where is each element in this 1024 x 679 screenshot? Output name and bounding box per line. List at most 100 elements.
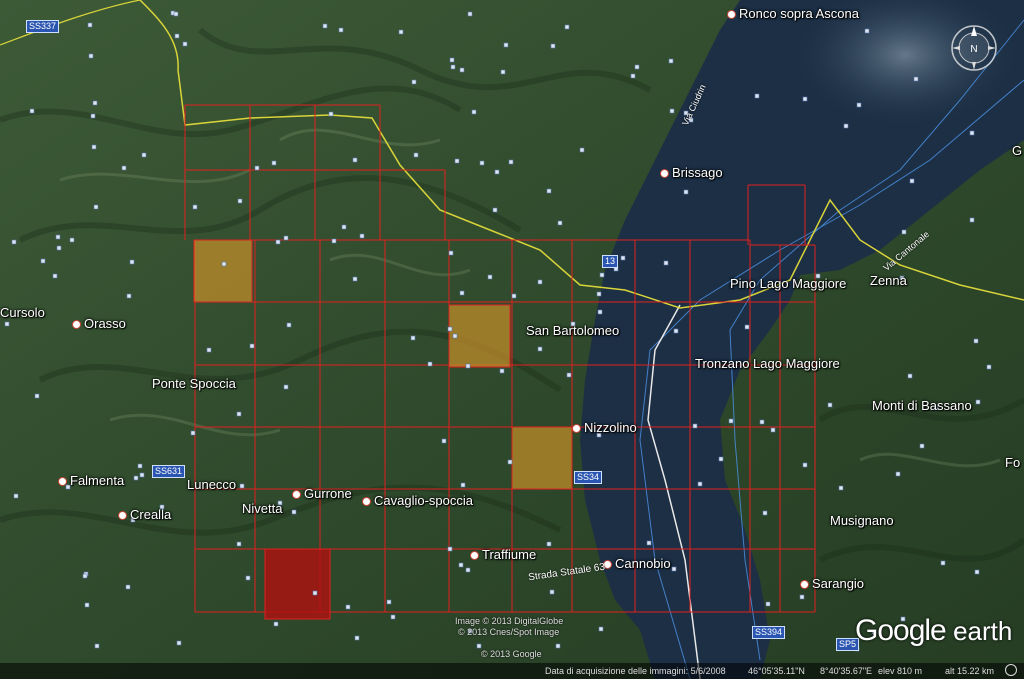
poi-marker-icon[interactable] bbox=[503, 42, 509, 48]
place-musignano[interactable]: Musignano bbox=[830, 513, 894, 528]
place-cavaglio[interactable]: Cavaglio-spoccia bbox=[362, 493, 473, 508]
poi-marker-icon[interactable] bbox=[940, 560, 946, 566]
poi-marker-icon[interactable] bbox=[92, 100, 98, 106]
poi-marker-icon[interactable] bbox=[671, 566, 677, 572]
satellite-map[interactable] bbox=[0, 0, 1024, 679]
poi-marker-icon[interactable] bbox=[646, 540, 652, 546]
poi-marker-icon[interactable] bbox=[386, 599, 392, 605]
poi-marker-icon[interactable] bbox=[236, 411, 242, 417]
poi-marker-icon[interactable] bbox=[91, 144, 97, 150]
poi-marker-icon[interactable] bbox=[492, 207, 498, 213]
poi-marker-icon[interactable] bbox=[673, 328, 679, 334]
poi-marker-icon[interactable] bbox=[546, 541, 552, 547]
poi-marker-icon[interactable] bbox=[499, 368, 505, 374]
poi-marker-icon[interactable] bbox=[765, 601, 771, 607]
poi-marker-icon[interactable] bbox=[236, 541, 242, 547]
poi-marker-icon[interactable] bbox=[331, 238, 337, 244]
place-brissago[interactable]: Brissago bbox=[660, 165, 723, 180]
place-nivetta[interactable]: Nivetta bbox=[242, 501, 282, 516]
poi-marker-icon[interactable] bbox=[864, 28, 870, 34]
poi-marker-icon[interactable] bbox=[494, 169, 500, 175]
poi-marker-icon[interactable] bbox=[549, 589, 555, 595]
place-g[interactable]: G bbox=[1012, 143, 1022, 158]
place-sarangio[interactable]: Sarangio bbox=[800, 576, 864, 591]
poi-marker-icon[interactable] bbox=[827, 402, 833, 408]
poi-marker-icon[interactable] bbox=[345, 604, 351, 610]
poi-marker-icon[interactable] bbox=[697, 481, 703, 487]
poi-marker-icon[interactable] bbox=[759, 419, 765, 425]
place-orasso[interactable]: Orasso bbox=[72, 316, 126, 331]
poi-marker-icon[interactable] bbox=[94, 643, 100, 649]
place-cannobio[interactable]: Cannobio bbox=[603, 556, 671, 571]
poi-marker-icon[interactable] bbox=[459, 67, 465, 73]
poi-marker-icon[interactable] bbox=[190, 430, 196, 436]
poi-marker-icon[interactable] bbox=[597, 309, 603, 315]
poi-marker-icon[interactable] bbox=[465, 363, 471, 369]
poi-marker-icon[interactable] bbox=[802, 462, 808, 468]
poi-marker-icon[interactable] bbox=[467, 11, 473, 17]
poi-marker-icon[interactable] bbox=[84, 602, 90, 608]
poi-marker-icon[interactable] bbox=[458, 562, 464, 568]
poi-marker-icon[interactable] bbox=[29, 108, 35, 114]
poi-marker-icon[interactable] bbox=[856, 102, 862, 108]
poi-marker-icon[interactable] bbox=[598, 626, 604, 632]
poi-marker-icon[interactable] bbox=[447, 546, 453, 552]
poi-marker-icon[interactable] bbox=[683, 189, 689, 195]
poi-marker-icon[interactable] bbox=[843, 123, 849, 129]
poi-marker-icon[interactable] bbox=[411, 79, 417, 85]
poi-marker-icon[interactable] bbox=[634, 64, 640, 70]
poi-marker-icon[interactable] bbox=[802, 96, 808, 102]
poi-marker-icon[interactable] bbox=[93, 204, 99, 210]
place-zenna[interactable]: Zenna bbox=[870, 273, 907, 288]
poi-marker-icon[interactable] bbox=[969, 130, 975, 136]
poi-marker-icon[interactable] bbox=[460, 482, 466, 488]
poi-marker-icon[interactable] bbox=[182, 41, 188, 47]
poi-marker-icon[interactable] bbox=[537, 279, 543, 285]
poi-marker-icon[interactable] bbox=[359, 233, 365, 239]
poi-marker-icon[interactable] bbox=[52, 273, 58, 279]
poi-marker-icon[interactable] bbox=[579, 147, 585, 153]
poi-marker-icon[interactable] bbox=[141, 152, 147, 158]
poi-marker-icon[interactable] bbox=[245, 575, 251, 581]
poi-marker-icon[interactable] bbox=[973, 338, 979, 344]
poi-marker-icon[interactable] bbox=[500, 69, 506, 75]
poi-marker-icon[interactable] bbox=[341, 224, 347, 230]
poi-marker-icon[interactable] bbox=[275, 239, 281, 245]
place-fo[interactable]: Fo bbox=[1005, 455, 1020, 470]
poi-marker-icon[interactable] bbox=[174, 33, 180, 39]
poi-marker-icon[interactable] bbox=[173, 11, 179, 17]
poi-marker-icon[interactable] bbox=[125, 584, 131, 590]
poi-marker-icon[interactable] bbox=[328, 111, 334, 117]
poi-marker-icon[interactable] bbox=[465, 567, 471, 573]
place-traffiume[interactable]: Traffiume bbox=[470, 547, 536, 562]
poi-marker-icon[interactable] bbox=[620, 255, 626, 261]
poi-marker-icon[interactable] bbox=[454, 158, 460, 164]
poi-marker-icon[interactable] bbox=[754, 93, 760, 99]
poi-marker-icon[interactable] bbox=[895, 471, 901, 477]
poi-marker-icon[interactable] bbox=[744, 324, 750, 330]
poi-marker-icon[interactable] bbox=[555, 643, 561, 649]
poi-marker-icon[interactable] bbox=[974, 569, 980, 575]
poi-marker-icon[interactable] bbox=[441, 438, 447, 444]
poi-marker-icon[interactable] bbox=[450, 64, 456, 70]
poi-marker-icon[interactable] bbox=[88, 53, 94, 59]
poi-marker-icon[interactable] bbox=[55, 234, 61, 240]
poi-marker-icon[interactable] bbox=[427, 361, 433, 367]
place-monti[interactable]: Monti di Bassano bbox=[872, 398, 972, 413]
poi-marker-icon[interactable] bbox=[286, 322, 292, 328]
poi-marker-icon[interactable] bbox=[907, 373, 913, 379]
poi-marker-icon[interactable] bbox=[663, 260, 669, 266]
place-falmenta[interactable]: Falmenta bbox=[58, 473, 124, 488]
poi-marker-icon[interactable] bbox=[969, 217, 975, 223]
poi-marker-icon[interactable] bbox=[273, 621, 279, 627]
poi-marker-icon[interactable] bbox=[630, 73, 636, 79]
poi-marker-icon[interactable] bbox=[69, 237, 75, 243]
poi-marker-icon[interactable] bbox=[799, 594, 805, 600]
poi-marker-icon[interactable] bbox=[550, 43, 556, 49]
poi-marker-icon[interactable] bbox=[537, 346, 543, 352]
poi-marker-icon[interactable] bbox=[137, 463, 143, 469]
place-tronzano[interactable]: Tronzano Lago Maggiore bbox=[695, 356, 840, 371]
poi-marker-icon[interactable] bbox=[283, 384, 289, 390]
place-sanbart[interactable]: San Bartolomeo bbox=[526, 323, 619, 338]
poi-marker-icon[interactable] bbox=[206, 347, 212, 353]
